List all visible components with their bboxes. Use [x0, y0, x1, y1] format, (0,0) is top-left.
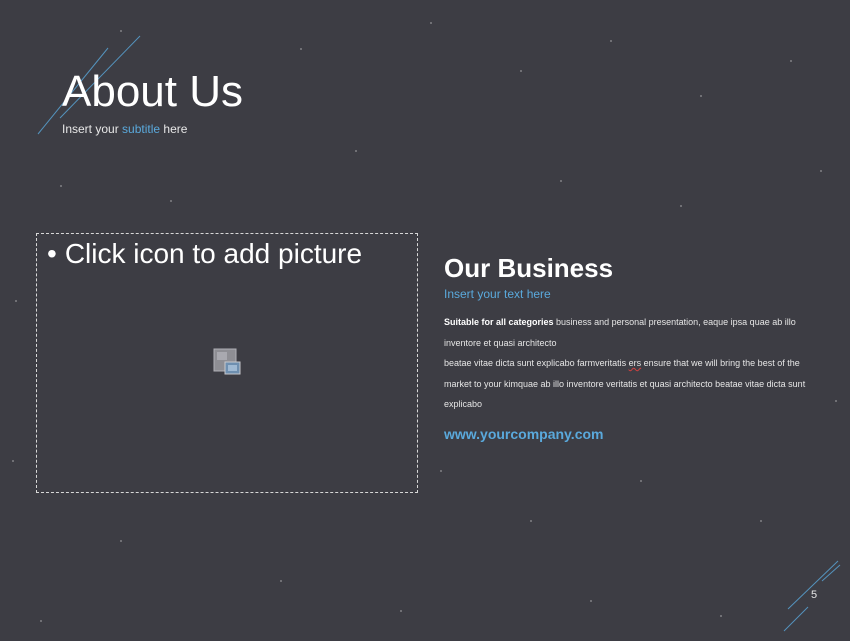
subtitle-highlight: subtitle — [122, 122, 161, 136]
background-speck — [700, 95, 702, 97]
background-speck — [400, 610, 402, 612]
business-lead-bold: Suitable for all categories — [444, 317, 554, 327]
picture-prompt-text: Click icon to add picture — [64, 238, 363, 269]
business-title[interactable]: Our Business — [444, 253, 613, 284]
background-speck — [430, 22, 432, 24]
background-speck — [790, 60, 792, 62]
background-speck — [590, 600, 592, 602]
background-speck — [560, 180, 562, 182]
background-speck — [520, 70, 522, 72]
business-line2-start: beatae vitae dicta sunt explicabo farmve… — [444, 358, 629, 368]
background-speck — [530, 520, 532, 522]
background-speck — [40, 620, 42, 622]
page-number: 5 — [811, 589, 818, 601]
background-speck — [760, 520, 762, 522]
background-speck — [355, 150, 357, 152]
insert-picture-icon[interactable] — [213, 348, 243, 378]
background-speck — [300, 48, 302, 50]
background-speck — [820, 170, 822, 172]
background-speck — [610, 40, 612, 42]
bullet-glyph: • — [47, 238, 57, 269]
website-link[interactable]: www.yourcompany.com — [444, 426, 603, 442]
background-speck — [720, 615, 722, 617]
business-subtitle[interactable]: Insert your text here — [444, 287, 551, 301]
misspelled-word: ers — [628, 358, 642, 368]
subtitle-suffix: here — [160, 122, 188, 136]
background-speck — [280, 580, 282, 582]
background-speck — [60, 185, 62, 187]
business-body-text[interactable]: Suitable for all categories business and… — [444, 312, 816, 415]
background-speck — [640, 480, 642, 482]
picture-placeholder[interactable]: • Click icon to add picture — [36, 233, 418, 493]
background-speck — [15, 300, 17, 302]
background-speck — [680, 205, 682, 207]
slide-subtitle[interactable]: Insert your subtitle here — [62, 122, 187, 136]
subtitle-prefix: Insert your — [62, 122, 123, 136]
background-speck — [12, 460, 14, 462]
background-speck — [835, 400, 837, 402]
background-speck — [120, 540, 122, 542]
background-speck — [170, 200, 172, 202]
slide-title[interactable]: About Us — [62, 66, 243, 118]
slide: About Us Insert your subtitle here • Clic… — [0, 0, 850, 641]
decorative-diagonal-lines-bottom — [783, 560, 841, 632]
picture-prompt: • Click icon to add picture — [47, 238, 362, 270]
background-speck — [440, 470, 442, 472]
